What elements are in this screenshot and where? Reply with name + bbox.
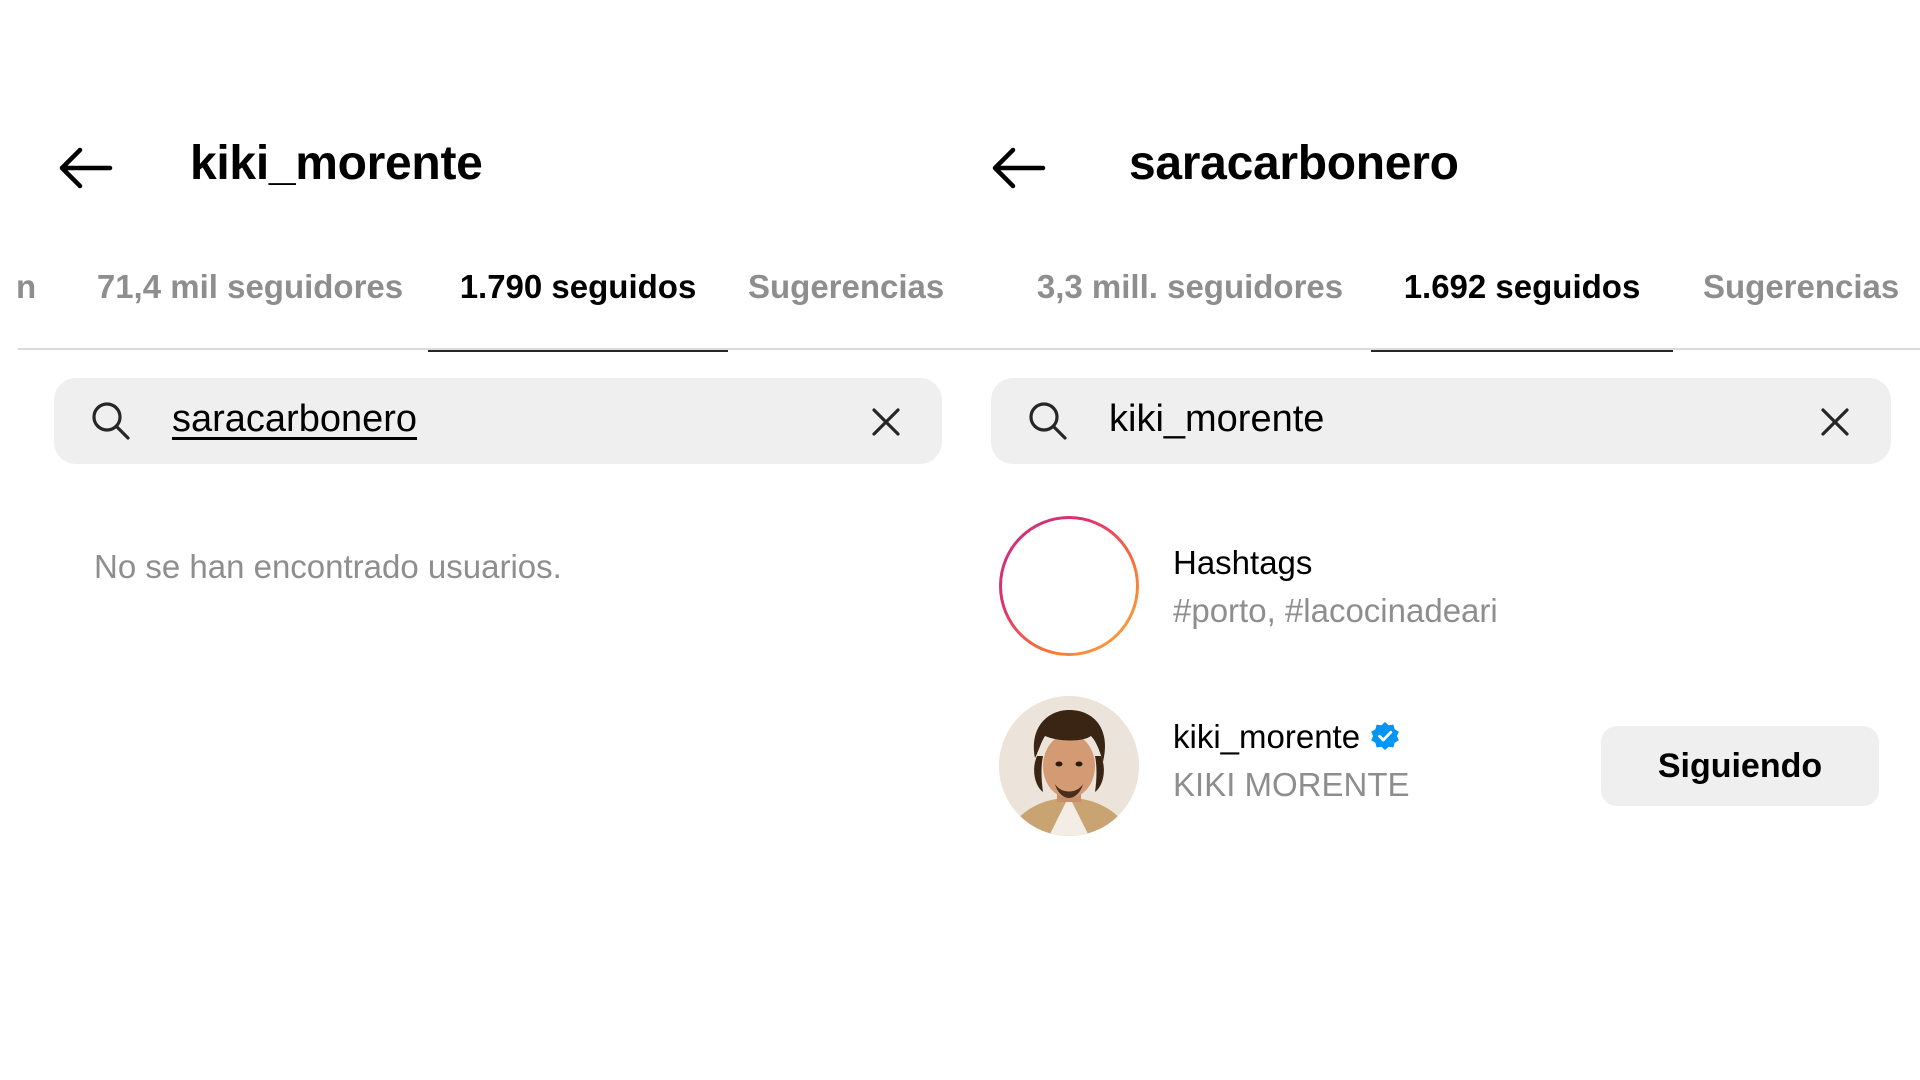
search-result-hashtags[interactable]: Hashtags #porto, #lacocinadeari xyxy=(999,516,1879,660)
right-panel: saracarbonero 3,3 mill. seguidores 1.692… xyxy=(955,0,1920,1080)
tabs-bar: n 71,4 mil seguidores 1.790 seguidos Sug… xyxy=(0,258,955,352)
search-bar[interactable]: kiki_morente xyxy=(991,378,1891,464)
result-username: kiki_morente xyxy=(1173,718,1361,755)
result-subtitle: #porto, #lacocinadeari xyxy=(1173,592,1498,629)
profile-header: kiki_morente xyxy=(0,128,955,208)
search-input[interactable]: kiki_morente xyxy=(1109,398,1324,441)
tab-previous[interactable]: n xyxy=(16,268,36,348)
search-input[interactable]: saracarbonero xyxy=(172,398,417,441)
close-icon[interactable] xyxy=(1815,402,1855,442)
arrow-left-icon xyxy=(59,147,113,189)
search-icon xyxy=(1029,402,1067,440)
avatar[interactable] xyxy=(999,696,1139,836)
close-icon[interactable] xyxy=(866,402,906,442)
result-full-name: KIKI MORENTE xyxy=(1173,766,1410,803)
arrow-left-icon xyxy=(992,147,1046,189)
tab-following-label: 1.692 seguidos xyxy=(1403,268,1641,305)
search-result-user[interactable]: kiki_morente KIKI MORENTE Siguiendo xyxy=(999,696,1879,840)
profile-username: kiki_morente xyxy=(190,137,483,190)
search-icon xyxy=(92,402,130,440)
back-button[interactable] xyxy=(985,138,1051,198)
hashtag-icon xyxy=(1040,550,1098,622)
tabs-divider xyxy=(18,348,955,350)
following-button[interactable]: Siguiendo xyxy=(1601,726,1879,806)
tab-followers[interactable]: 3,3 mill. seguidores xyxy=(1025,268,1355,348)
result-username-row: kiki_morente xyxy=(1173,718,1400,756)
tabs-divider xyxy=(955,348,1920,350)
tab-following[interactable]: 1.790 seguidos xyxy=(428,268,728,352)
back-button[interactable] xyxy=(52,138,118,198)
tab-suggestions[interactable]: Sugerencias xyxy=(748,268,955,348)
tab-following[interactable]: 1.692 seguidos xyxy=(1371,268,1673,352)
profile-header: saracarbonero xyxy=(955,128,1920,208)
search-bar[interactable]: saracarbonero xyxy=(54,378,942,464)
hashtag-avatar xyxy=(999,516,1139,656)
tab-suggestions[interactable]: Sugerencias xyxy=(1703,268,1918,348)
tab-followers[interactable]: 71,4 mil seguidores xyxy=(90,268,410,348)
screen: kiki_morente n 71,4 mil seguidores 1.790… xyxy=(0,0,1920,1080)
verified-badge-icon xyxy=(1371,722,1399,751)
profile-username: saracarbonero xyxy=(1129,137,1459,190)
left-panel: kiki_morente n 71,4 mil seguidores 1.790… xyxy=(0,0,955,1080)
tabs-bar: 3,3 mill. seguidores 1.692 seguidos Suge… xyxy=(955,258,1920,352)
tab-following-label: 1.790 seguidos xyxy=(459,268,697,305)
profile-photo xyxy=(999,696,1139,836)
empty-results-message: No se han encontrado usuarios. xyxy=(94,548,562,585)
result-title: Hashtags xyxy=(1173,544,1313,581)
